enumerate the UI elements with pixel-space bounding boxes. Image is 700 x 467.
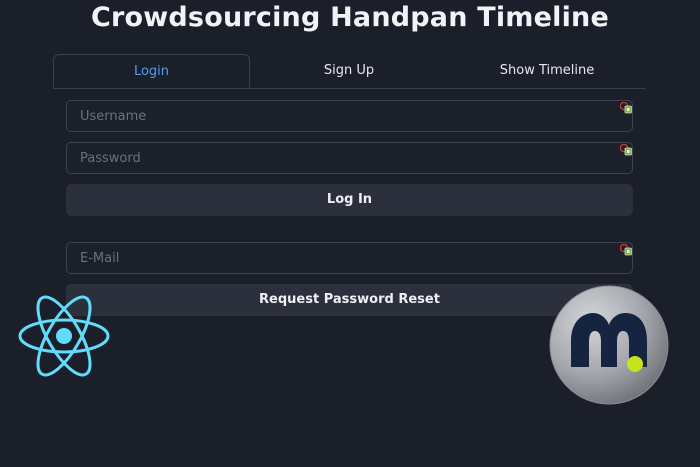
username-input[interactable] xyxy=(67,101,600,131)
password-field xyxy=(66,142,633,174)
react-logo xyxy=(18,295,110,377)
m-logo xyxy=(549,285,669,405)
password-manager-icon[interactable] xyxy=(620,244,632,256)
password-input[interactable] xyxy=(67,143,600,173)
tab-show-timeline[interactable]: Show Timeline xyxy=(448,54,646,88)
tab-bar: Login Sign Up Show Timeline xyxy=(53,54,646,89)
tab-sign-up[interactable]: Sign Up xyxy=(250,54,448,88)
password-manager-icon[interactable] xyxy=(620,102,632,114)
username-field xyxy=(66,100,633,132)
password-manager-icon[interactable] xyxy=(620,144,632,156)
request-password-reset-button[interactable]: Request Password Reset xyxy=(66,284,633,316)
tab-login[interactable]: Login xyxy=(53,54,250,88)
page-title: Crowdsourcing Handpan Timeline xyxy=(90,2,609,33)
email-input[interactable] xyxy=(67,243,600,273)
log-in-button[interactable]: Log In xyxy=(66,184,633,216)
email-field xyxy=(66,242,633,274)
